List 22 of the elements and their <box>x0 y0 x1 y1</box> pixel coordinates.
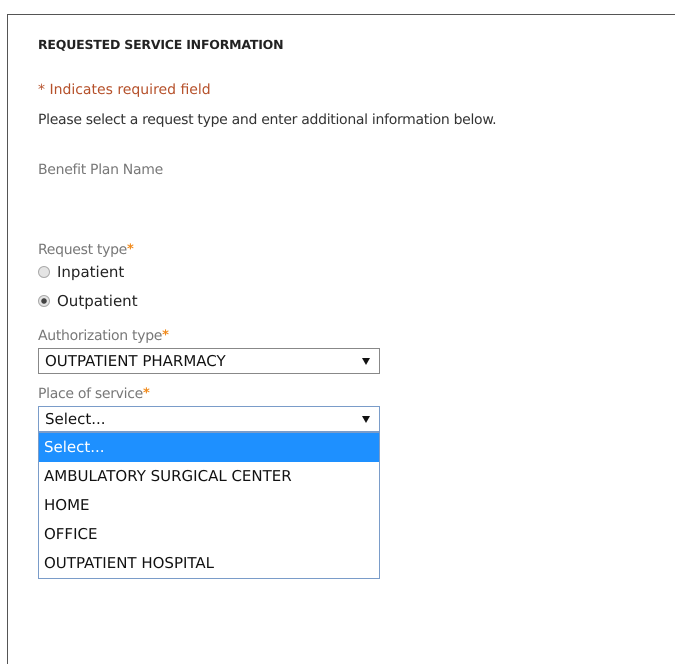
dropdown-option[interactable]: AMBULATORY SURGICAL CENTER <box>39 462 379 491</box>
required-asterisk: * <box>162 328 169 343</box>
dropdown-option[interactable]: OFFICE <box>39 520 379 549</box>
section-title: REQUESTED SERVICE INFORMATION <box>38 37 284 52</box>
dropdown-option[interactable]: OUTPATIENT HOSPITAL <box>39 549 379 578</box>
dropdown-option[interactable]: HOME <box>39 491 379 520</box>
radio-button[interactable] <box>38 294 50 306</box>
radio-label: Inpatient <box>57 262 124 280</box>
radio-label: Outpatient <box>57 292 138 310</box>
instructions-text: Please select a request type and enter additional information below. <box>38 112 498 128</box>
field-label: Benefit Plan Name <box>38 162 164 178</box>
dropdown-select[interactable]: Select... <box>38 406 380 432</box>
radio-button[interactable] <box>38 266 50 278</box>
field-label: Request type <box>38 242 127 258</box>
caret-icon <box>362 415 370 423</box>
caret-icon <box>362 357 370 365</box>
required-asterisk: * <box>142 386 150 401</box>
field-label: Place of service <box>38 386 143 402</box>
field-label: Authorization type <box>38 328 162 344</box>
dropdown-select[interactable]: OUTPATIENT PHARMACY <box>38 348 380 374</box>
required-asterisk: * <box>127 242 134 257</box>
required-note: * Indicates required field <box>38 82 212 98</box>
